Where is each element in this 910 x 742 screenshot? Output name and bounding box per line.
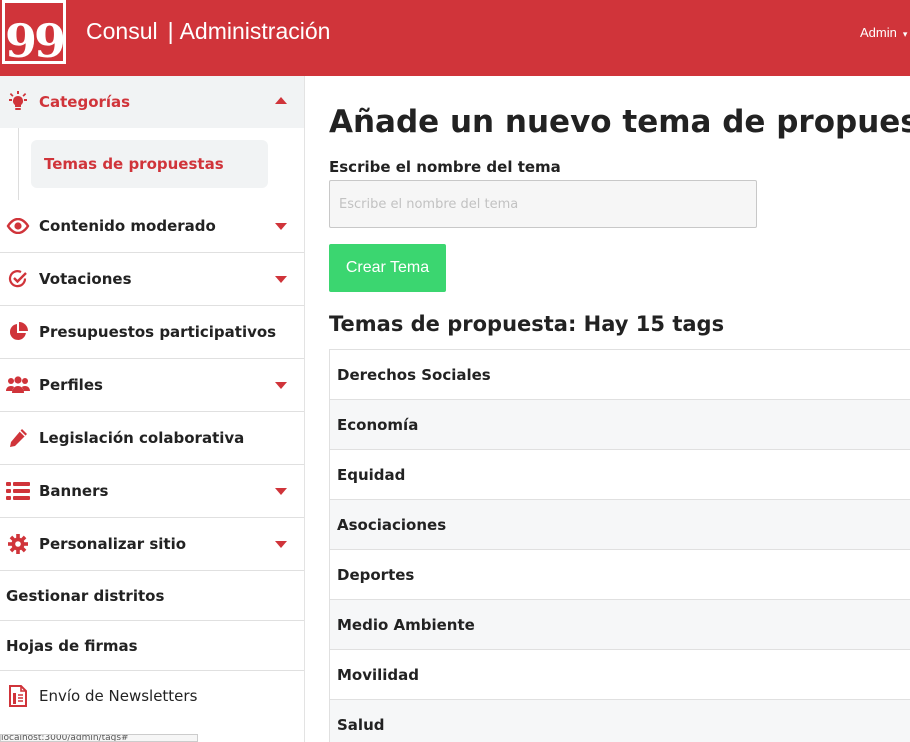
pencil-icon <box>6 427 30 449</box>
sidebar-item-presupuestos-participativos[interactable]: Presupuestos participativos <box>0 306 304 359</box>
pie-chart-icon <box>6 321 30 343</box>
sidebar-item-label: Legislación colaborativa <box>39 429 245 447</box>
sidebar-item-label: Gestionar distritos <box>6 586 165 605</box>
sidebar-submenu-categorias: Temas de propuestas <box>18 128 304 200</box>
sidebar-item-hojas-de-firmas[interactable]: Hojas de firmas <box>0 621 304 671</box>
sidebar-item-envio-de-newsletters[interactable]: Envío de Newsletters <box>0 671 304 721</box>
lightbulb-icon <box>6 91 30 113</box>
sidebar-item-label: Presupuestos participativos <box>39 323 277 341</box>
chevron-down-icon <box>275 382 287 389</box>
sidebar-item-label: Votaciones <box>39 270 132 288</box>
sidebar-item-label: Hojas de firmas <box>6 636 138 655</box>
consul-logo-icon[interactable]: 99 <box>2 0 66 64</box>
brand-name: Consul <box>86 18 158 44</box>
admin-user-menu[interactable]: Admin ▾ <box>860 25 907 40</box>
sidebar-item-label: Envío de Newsletters <box>39 687 198 705</box>
table-row: Derechos Sociales <box>330 350 910 400</box>
table-row: Deportes <box>330 550 910 600</box>
sidebar-item-categorias[interactable]: Categorías <box>0 76 304 128</box>
users-icon <box>6 374 30 396</box>
sidebar-item-votaciones[interactable]: Votaciones <box>0 253 304 306</box>
chevron-down-icon <box>275 488 287 495</box>
brand-separator: | <box>167 18 174 44</box>
brand-title[interactable]: Consul | Administración <box>86 18 330 45</box>
main-content: Añade un nuevo tema de propuesta Escribe… <box>305 76 910 742</box>
chevron-down-icon <box>275 223 287 230</box>
tags-table: Derechos Sociales Economía Equidad Asoci… <box>329 349 910 742</box>
document-icon <box>6 685 30 707</box>
caret-down-icon: ▾ <box>902 29 908 39</box>
table-row: Salud <box>330 700 910 742</box>
sidebar-item-perfiles[interactable]: Perfiles <box>0 359 304 412</box>
admin-menu-label: Admin <box>860 25 897 40</box>
sidebar-item-label: Banners <box>39 482 109 500</box>
table-row: Asociaciones <box>330 500 910 550</box>
sidebar-item-label: Contenido moderado <box>39 217 216 235</box>
brand-section: Administración <box>179 18 331 44</box>
sidebar-item-contenido-moderado[interactable]: Contenido moderado <box>0 200 304 253</box>
list-icon <box>6 480 30 502</box>
page-title: Añade un nuevo tema de propuesta <box>329 104 910 140</box>
tags-list-title: Temas de propuesta: Hay 15 tags <box>329 312 725 336</box>
top-bar: 99 Consul | Administración Admin ▾ <box>0 0 910 76</box>
sidebar-item-label: Personalizar sitio <box>39 535 187 553</box>
table-row: Medio Ambiente <box>330 600 910 650</box>
sidebar-item-temas-de-propuestas[interactable]: Temas de propuestas <box>31 140 268 188</box>
browser-status-bar: localhost:3000/admin/tags# <box>0 734 198 742</box>
table-row: Equidad <box>330 450 910 500</box>
chevron-down-icon <box>275 541 287 548</box>
check-circle-icon <box>6 268 30 290</box>
sidebar-item-label: Categorías <box>39 93 131 111</box>
eye-icon <box>6 215 30 237</box>
sidebar-item-banners[interactable]: Banners <box>0 465 304 518</box>
sidebar-item-gestionar-distritos[interactable]: Gestionar distritos <box>0 571 304 621</box>
sidebar-item-label: Perfiles <box>39 376 103 394</box>
chevron-up-icon <box>275 97 287 104</box>
table-row: Movilidad <box>330 650 910 700</box>
create-tag-button[interactable]: Crear Tema <box>329 244 446 292</box>
chevron-down-icon <box>275 276 287 283</box>
sidebar-item-personalizar-sitio[interactable]: Personalizar sitio <box>0 518 304 571</box>
sidebar-item-legislacion-colaborativa[interactable]: Legislación colaborativa <box>0 412 304 465</box>
admin-sidebar: Categorías Temas de propuestas Contenido… <box>0 76 305 742</box>
tag-name-label: Escribe el nombre del tema <box>329 158 561 176</box>
table-row: Economía <box>330 400 910 450</box>
tag-name-input[interactable] <box>329 180 757 228</box>
gear-icon <box>6 533 30 555</box>
